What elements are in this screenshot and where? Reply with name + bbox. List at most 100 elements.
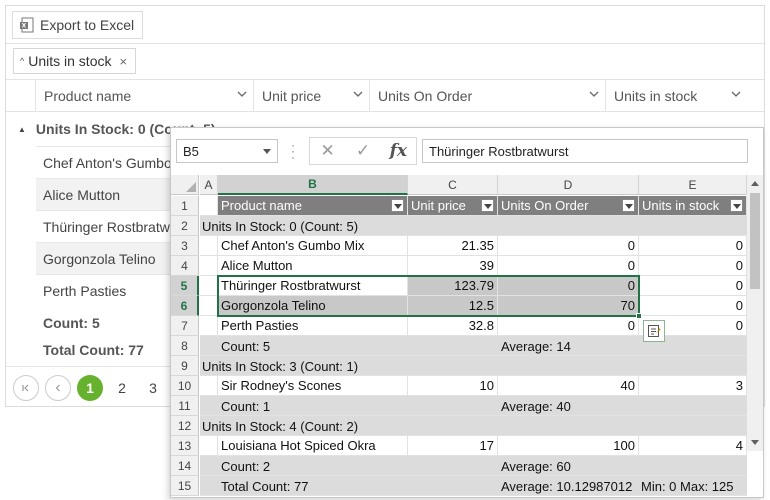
quick-analysis-button[interactable] xyxy=(643,320,665,342)
vertical-scrollbar[interactable] xyxy=(747,175,763,451)
dropdown-arrow-icon[interactable] xyxy=(263,149,271,154)
remove-group-icon[interactable]: × xyxy=(119,54,127,69)
cell[interactable]: 12.5 xyxy=(408,296,498,316)
row-header[interactable]: 4 xyxy=(171,256,199,276)
summary-band[interactable] xyxy=(200,396,747,416)
cell[interactable]: 0 xyxy=(639,236,747,256)
confirm-icon[interactable]: ✓ xyxy=(345,138,380,164)
cell[interactable]: 40 xyxy=(498,376,639,396)
column-header-d[interactable]: D xyxy=(498,175,639,195)
page-button-2[interactable]: 2 xyxy=(109,375,135,401)
cell[interactable]: Alice Mutton xyxy=(218,256,408,276)
active-cell[interactable]: Thüringer Rostbratwurst xyxy=(218,276,408,296)
filter-dropdown-icon[interactable] xyxy=(730,199,743,212)
filter-dropdown-icon[interactable] xyxy=(622,199,635,212)
row-header[interactable]: 5 xyxy=(171,276,199,296)
group-chip-units-in-stock[interactable]: ^ Units in stock × xyxy=(13,48,137,74)
cell[interactable] xyxy=(200,256,218,276)
cell[interactable]: 123.79 xyxy=(408,276,498,296)
cell-header[interactable]: Units On Order xyxy=(498,196,639,216)
row-header[interactable]: 3 xyxy=(171,236,199,256)
column-header-b[interactable]: B xyxy=(218,175,408,195)
cancel-icon[interactable]: ✕ xyxy=(310,138,345,164)
cell[interactable]: 100 xyxy=(498,436,639,456)
insert-function-icon[interactable]: fx xyxy=(381,138,416,164)
cell[interactable]: 0 xyxy=(498,316,639,336)
cell[interactable]: 0 xyxy=(498,276,639,296)
row-header[interactable]: 1 xyxy=(171,196,199,216)
cell[interactable]: 70 xyxy=(498,296,639,316)
row-header[interactable]: 2 xyxy=(171,216,199,236)
cell[interactable] xyxy=(200,296,218,316)
scroll-down-icon[interactable] xyxy=(751,440,759,445)
chevron-down-icon[interactable] xyxy=(731,89,741,99)
summary-text: Average: 14 xyxy=(501,338,571,354)
previous-page-icon[interactable] xyxy=(45,375,71,401)
cell[interactable]: 0 xyxy=(639,296,747,316)
cell[interactable]: 21.35 xyxy=(408,236,498,256)
formula-input[interactable]: Thüringer Rostbratwurst xyxy=(422,139,748,163)
row-header[interactable]: 14 xyxy=(171,456,199,476)
summary-text: Count: 2 xyxy=(221,458,271,474)
cell[interactable]: Louisiana Hot Spiced Okra xyxy=(218,436,408,456)
row-header[interactable]: 6 xyxy=(171,296,199,316)
row-header[interactable]: 8 xyxy=(171,336,199,356)
column-header-product-name[interactable]: Product name xyxy=(35,80,253,112)
cell[interactable]: Chef Anton's Gumbo Mix xyxy=(218,236,408,256)
cell[interactable] xyxy=(200,376,218,396)
grid-toolbar: X Export to Excel xyxy=(6,6,764,44)
cell[interactable] xyxy=(200,196,218,216)
scroll-thumb[interactable] xyxy=(750,193,760,289)
cell-header[interactable]: Product name xyxy=(218,196,408,216)
summary-band[interactable] xyxy=(200,456,747,476)
column-header-c[interactable]: C xyxy=(408,175,498,195)
cell[interactable] xyxy=(200,316,218,336)
first-page-icon[interactable] xyxy=(13,375,39,401)
row-header[interactable]: 15 xyxy=(171,476,199,496)
cell[interactable]: 0 xyxy=(639,276,747,296)
row-header[interactable]: 11 xyxy=(171,396,199,416)
page-button-1[interactable]: 1 xyxy=(77,375,103,401)
cell[interactable]: 32.8 xyxy=(408,316,498,336)
cell[interactable]: 10 xyxy=(408,376,498,396)
row-header[interactable]: 7 xyxy=(171,316,199,336)
page-button-3[interactable]: 3 xyxy=(140,375,166,401)
cell[interactable]: Gorgonzola Telino xyxy=(218,296,408,316)
scroll-up-icon[interactable] xyxy=(751,181,759,186)
column-header-unit-price[interactable]: Unit price xyxy=(253,80,369,112)
filter-dropdown-icon[interactable] xyxy=(481,199,494,212)
cell[interactable]: 0 xyxy=(498,236,639,256)
cell[interactable]: 0 xyxy=(498,256,639,276)
cell[interactable]: 39 xyxy=(408,256,498,276)
column-header-e[interactable]: E xyxy=(639,175,747,195)
column-header-units-on-order[interactable]: Units On Order xyxy=(369,80,605,112)
row-header[interactable]: 10 xyxy=(171,376,199,396)
cell[interactable] xyxy=(200,236,218,256)
cell[interactable]: 0 xyxy=(639,256,747,276)
row-header[interactable]: 9 xyxy=(171,356,199,376)
cell-header[interactable]: Unit price xyxy=(408,196,498,216)
filter-dropdown-icon[interactable] xyxy=(391,199,404,212)
fill-handle[interactable] xyxy=(636,313,642,319)
cell[interactable]: 17 xyxy=(408,436,498,456)
cell[interactable]: Sir Rodney's Scones xyxy=(218,376,408,396)
chevron-down-icon[interactable] xyxy=(589,89,599,99)
name-box-value: B5 xyxy=(183,143,199,159)
cell[interactable]: Perth Pasties xyxy=(218,316,408,336)
more-options-icon[interactable]: · · · xyxy=(291,139,295,163)
cell[interactable]: 4 xyxy=(639,436,747,456)
column-header-units-in-stock[interactable]: Units in stock xyxy=(605,80,747,112)
cell-header[interactable]: Units in stock xyxy=(639,196,747,216)
cell[interactable] xyxy=(200,276,218,296)
row-header[interactable]: 12 xyxy=(171,416,199,436)
column-header-a[interactable]: A xyxy=(200,175,218,195)
cell[interactable] xyxy=(200,436,218,456)
export-to-excel-button[interactable]: X Export to Excel xyxy=(12,11,144,39)
select-all-corner[interactable] xyxy=(171,175,199,195)
collapse-group-icon[interactable]: ▲ xyxy=(18,125,26,134)
chevron-down-icon[interactable] xyxy=(353,89,363,99)
cell[interactable]: 3 xyxy=(639,376,747,396)
row-header[interactable]: 13 xyxy=(171,436,199,456)
name-box[interactable]: B5 xyxy=(176,139,278,163)
chevron-down-icon[interactable] xyxy=(237,89,247,99)
